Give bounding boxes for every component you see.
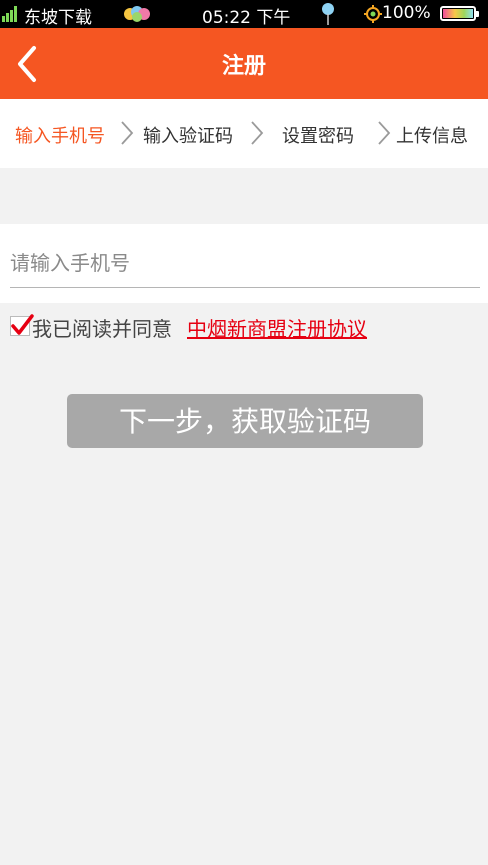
phone-input-row xyxy=(0,224,488,303)
battery-level xyxy=(443,9,473,18)
agreement-link[interactable]: 中烟新商盟注册协议 xyxy=(187,313,367,342)
agree-checkbox[interactable] xyxy=(10,314,34,336)
carrier-name: 东坡下载 xyxy=(24,8,92,28)
clock: 05:22 下午 xyxy=(202,8,291,28)
chevron-right-icon xyxy=(251,121,264,145)
step-enter-phone: 输入手机号 xyxy=(15,126,105,147)
page-title: 注册 xyxy=(221,54,266,79)
step-set-password: 设置密码 xyxy=(282,126,354,147)
balloons-icon xyxy=(122,4,152,24)
gps-icon xyxy=(364,5,382,23)
signal-icon xyxy=(2,6,18,22)
agree-text: 我已阅读并同意 xyxy=(32,317,172,341)
location-pin-icon xyxy=(320,2,336,26)
battery-icon xyxy=(440,6,479,21)
step-enter-code: 输入验证码 xyxy=(143,126,233,147)
step-indicator: 输入手机号 输入验证码 设置密码 上传信息 xyxy=(0,99,488,168)
checkmark-icon xyxy=(11,314,34,335)
header: 注册 xyxy=(0,28,488,99)
status-bar: 东坡下载 05:22 下午 100% xyxy=(0,0,488,28)
phone-input[interactable] xyxy=(10,238,480,288)
step-upload-info: 上传信息 xyxy=(396,126,468,147)
next-get-code-button[interactable]: 下一步，获取验证码 xyxy=(67,394,423,448)
chevron-right-icon xyxy=(378,121,391,145)
chevron-right-icon xyxy=(121,121,134,145)
battery-percent: 100% xyxy=(382,3,431,23)
